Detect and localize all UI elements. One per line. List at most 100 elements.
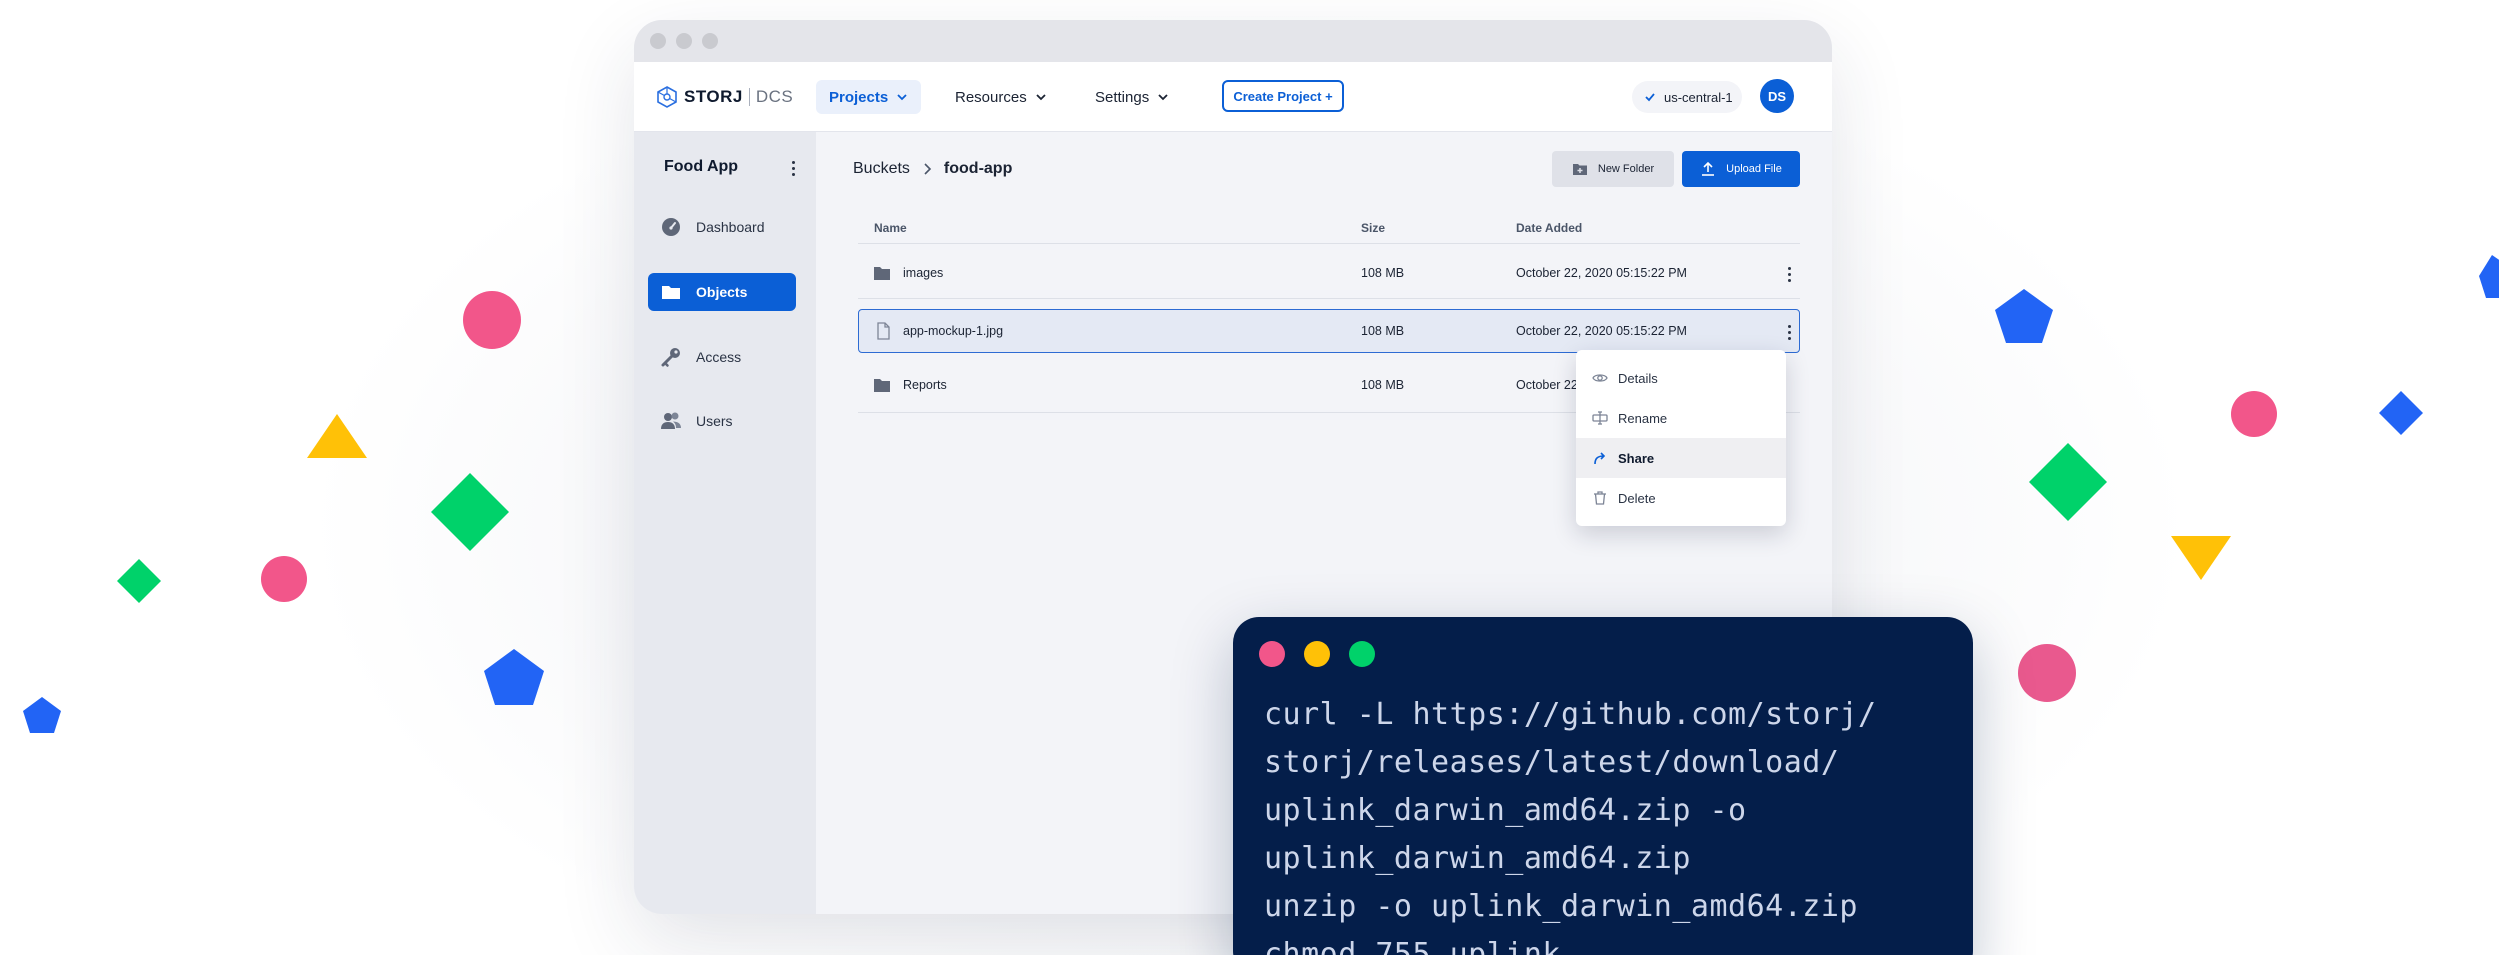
window-minimize-dot[interactable] [676,33,692,49]
region-label: us-central-1 [1664,89,1733,105]
sidebar-item-access[interactable]: Access [648,338,796,376]
sidebar-item-label: Users [696,413,733,429]
rename-icon [1592,411,1608,425]
upload-icon [1702,161,1715,176]
nav-settings-label: Settings [1095,88,1150,106]
column-header-date[interactable]: Date Added [1516,221,1582,235]
table-row[interactable]: images 108 MB October 22, 2020 05:15:22 … [858,251,1800,295]
logo-divider [748,88,750,106]
blue-pentagon-right-shape [1995,289,2053,343]
chevron-down-icon [1158,94,1168,101]
row-date: October 22, 2020 05:15:22 PM [1516,266,1687,280]
chevron-down-icon [897,94,907,101]
column-header-name[interactable]: Name [874,221,907,235]
sidebar-item-users[interactable]: Users [648,402,796,440]
chevron-right-icon [924,163,932,175]
terminal-line: curl -L https://github.com/storj/ [1264,697,1877,732]
sidebar-item-label: Access [696,349,742,365]
blue-diamond-shape [2379,391,2423,435]
key-icon [661,348,680,367]
header-divider [858,243,1800,244]
sidebar-item-label: Dashboard [696,219,765,235]
pink-circle-small-shape [261,556,307,602]
blue-pentagon-shape [484,649,544,705]
row-size: 108 MB [1361,266,1405,280]
file-icon [877,322,890,340]
nav-resources-label: Resources [955,88,1027,106]
menu-item-share[interactable]: Share [1576,438,1786,478]
row-menu-kebab-icon[interactable] [1783,325,1795,340]
green-diamond-small-shape [117,559,161,603]
window-titlebar [634,20,1832,62]
sidebar-item-dashboard[interactable]: Dashboard [648,208,796,246]
upload-file-label: Upload File [1726,163,1782,175]
terminal-line: storj/releases/latest/download/ [1264,745,1840,780]
row-divider [858,298,1800,299]
yellow-triangle-shape [307,414,367,458]
row-name: images [903,266,944,280]
breadcrumb: Buckets food-app [853,160,1012,178]
new-folder-label: New Folder [1597,163,1655,175]
green-diamond-right-shape [2029,443,2107,521]
sidebar: Food App Dashboard Objects Access Users [634,132,816,914]
folder-plus-icon [1572,164,1587,175]
storj-hex-logo-icon [657,86,677,108]
pink-circle-right-shape [2231,391,2277,437]
upload-file-button[interactable]: Upload File [1682,151,1800,187]
eye-icon [1592,374,1608,382]
storj-logo[interactable]: STORJ DCS [656,82,793,112]
menu-item-delete[interactable]: Delete [1576,478,1786,518]
row-name: Reports [903,378,947,392]
nav-projects-label: Projects [829,88,889,106]
nav-settings[interactable]: Settings [1082,80,1182,114]
new-folder-button[interactable]: New Folder [1552,151,1674,187]
row-name: app-mockup-1.jpg [903,324,1004,338]
terminal-maximize-dot [1349,641,1375,667]
checkmark-icon [1645,93,1655,102]
sidebar-item-objects[interactable]: Objects [648,273,796,311]
pink-circle-large-shape [2018,644,2076,702]
row-context-menu: Details Rename Share Delete [1576,350,1786,526]
user-avatar[interactable]: DS [1760,79,1794,113]
menu-item-label: Rename [1618,410,1668,426]
pink-circle-shape [463,291,521,349]
column-header-size[interactable]: Size [1361,221,1385,235]
terminal-line: uplink_darwin_amd64.zip -o [1264,793,1747,828]
nav-projects[interactable]: Projects [816,80,922,114]
create-project-button[interactable]: Create Project + [1222,80,1344,112]
project-name: Food App [664,158,739,175]
nav-resources[interactable]: Resources [942,80,1060,114]
table-row-selected[interactable]: app-mockup-1.jpg 108 MB October 22, 2020… [858,309,1800,353]
users-icon [661,412,681,429]
folder-icon [874,267,890,280]
row-size: 108 MB [1361,378,1405,392]
blue-pentagon-edge-shape [2479,255,2499,298]
terminal-line: unzip -o uplink_darwin_amd64.zip [1264,889,1858,924]
menu-item-rename[interactable]: Rename [1576,398,1786,438]
project-menu-kebab-icon[interactable] [787,161,799,176]
folder-icon [874,379,890,392]
menu-item-label: Delete [1618,490,1656,506]
menu-item-label: Share [1618,450,1655,466]
chevron-down-icon [1036,94,1046,101]
breadcrumb-current: food-app [943,160,1013,177]
folder-icon [662,286,680,299]
menu-item-details[interactable]: Details [1576,358,1786,398]
window-close-dot[interactable] [650,33,666,49]
breadcrumb-root[interactable]: Buckets [853,160,910,178]
logo-text-storj: STORJ [684,87,743,106]
share-arrow-icon [1594,452,1606,465]
window-maximize-dot[interactable] [702,33,718,49]
trash-icon [1594,491,1606,505]
dashboard-gauge-icon [662,218,680,236]
top-navbar: STORJ DCS Projects Resources Settings Cr… [634,62,1832,132]
row-size: 108 MB [1361,324,1405,338]
terminal-line: chmod 755 uplink [1264,937,1561,955]
logo-text-dcs: DCS [755,87,794,106]
sidebar-item-label: Objects [696,284,748,300]
row-menu-kebab-icon[interactable] [1783,267,1795,282]
green-diamond-shape [431,473,509,551]
terminal-close-dot [1259,641,1285,667]
row-date: October 22, 2020 05:15:22 PM [1516,324,1687,338]
region-selector[interactable]: us-central-1 [1632,81,1742,113]
